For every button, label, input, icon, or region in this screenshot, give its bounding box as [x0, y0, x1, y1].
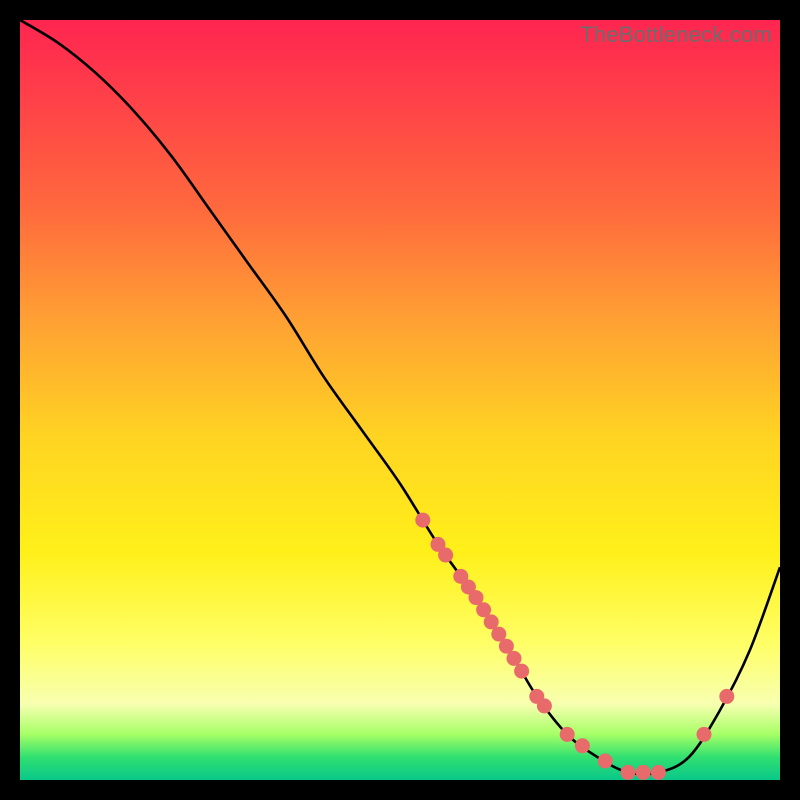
chart-frame: TheBottleneck.com	[20, 20, 780, 780]
data-point	[415, 513, 430, 528]
data-point	[507, 651, 522, 666]
data-point	[514, 664, 529, 679]
data-point	[621, 765, 636, 780]
chart-svg	[20, 20, 780, 780]
data-point	[719, 689, 734, 704]
data-point	[438, 548, 453, 563]
data-point	[575, 738, 590, 753]
data-point	[651, 765, 666, 780]
data-point	[636, 765, 651, 780]
data-point	[697, 727, 712, 742]
data-point	[598, 754, 613, 769]
bottleneck-curve	[20, 20, 780, 774]
data-point	[537, 698, 552, 713]
data-point	[560, 727, 575, 742]
watermark-text: TheBottleneck.com	[580, 22, 772, 48]
